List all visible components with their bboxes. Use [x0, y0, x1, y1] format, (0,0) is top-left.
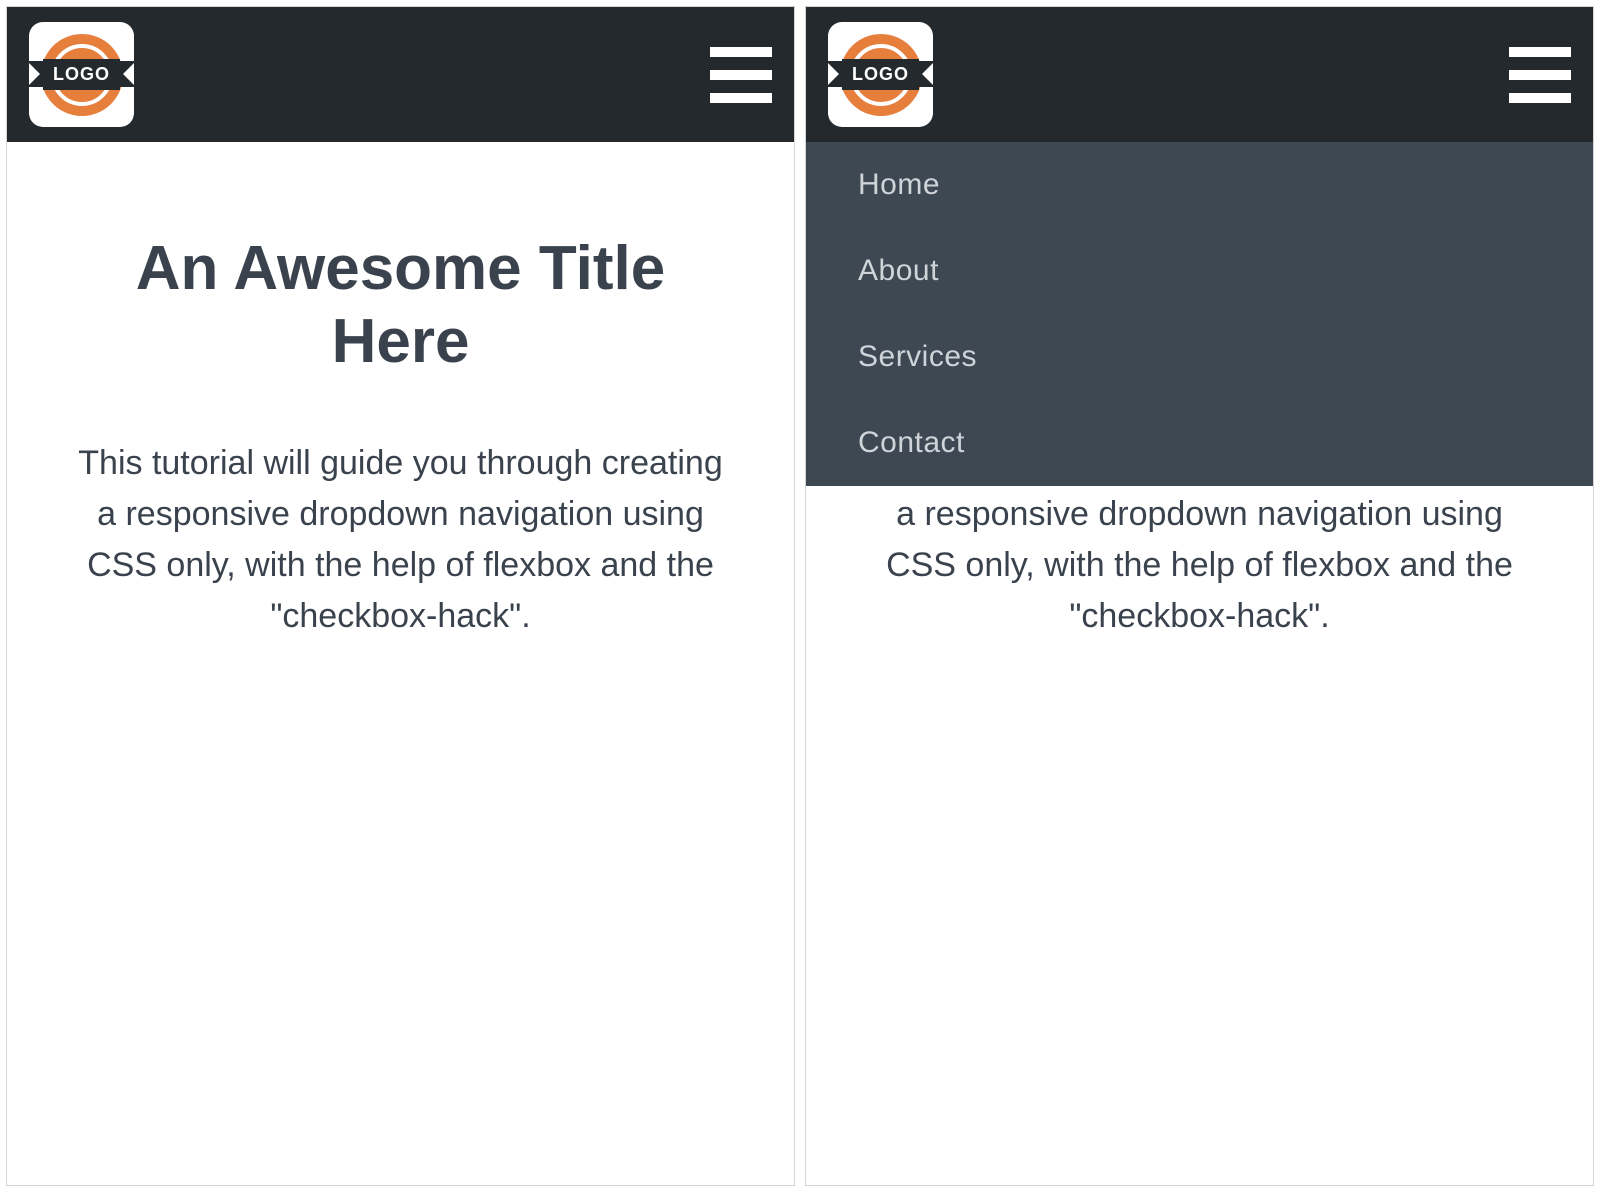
header-bar: LOGO: [7, 7, 794, 142]
page-description: This tutorial will guide you through cre…: [67, 438, 734, 642]
hamburger-menu-icon[interactable]: [710, 47, 772, 103]
mobile-frame-closed: LOGO An Awesome Title Here This tutorial…: [6, 6, 795, 1186]
page-title: An Awesome Title Here: [67, 232, 734, 378]
hamburger-menu-icon[interactable]: [1509, 47, 1571, 103]
header-bar: LOGO: [806, 7, 1593, 142]
nav-item-about[interactable]: About: [806, 228, 1593, 314]
nav-item-home[interactable]: Home: [806, 142, 1593, 228]
logo-text: LOGO: [43, 59, 120, 90]
nav-item-contact[interactable]: Contact: [806, 400, 1593, 486]
logo[interactable]: LOGO: [29, 22, 134, 127]
logo[interactable]: LOGO: [828, 22, 933, 127]
page-content: An Awesome Title Here This tutorial will…: [7, 142, 794, 642]
nav-item-services[interactable]: Services: [806, 314, 1593, 400]
dropdown-menu: Home About Services Contact: [806, 142, 1593, 486]
logo-text: LOGO: [842, 59, 919, 90]
logo-circle-icon: LOGO: [840, 34, 922, 116]
mobile-frame-open: LOGO An Awesome Title Here This tutorial…: [805, 6, 1594, 1186]
logo-circle-icon: LOGO: [41, 34, 123, 116]
